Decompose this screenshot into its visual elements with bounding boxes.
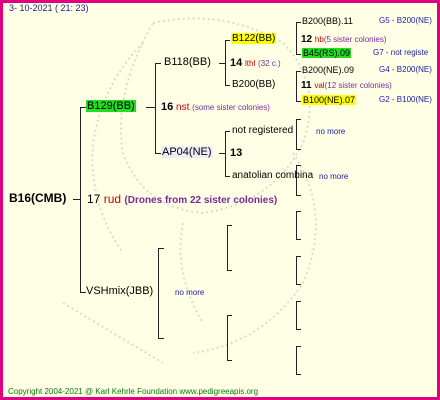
connector-empty-5 bbox=[296, 211, 297, 239]
connector-ggm2 bbox=[225, 131, 230, 132]
connector-mother-stub bbox=[146, 107, 156, 108]
root-queen-name[interactable]: B16(CMB) bbox=[9, 191, 66, 205]
ggf1-note: (12 sister colonies) bbox=[324, 81, 392, 90]
copyright-footer: Copyright 2004-2021 @ Karl Kehrle Founda… bbox=[8, 387, 259, 396]
connector-empty-3b bbox=[227, 270, 232, 271]
connector-empty-4a bbox=[227, 315, 232, 316]
ggm1-name[interactable]: B122(BB) bbox=[231, 33, 277, 44]
mother-number: 16 bbox=[161, 101, 174, 113]
ggf1-number: 11 bbox=[301, 80, 312, 91]
mother-name[interactable]: B129(BB) bbox=[86, 100, 136, 112]
connector-g3-a1 bbox=[296, 22, 301, 23]
root-note: (Drones from 22 sister colonies) bbox=[124, 195, 278, 206]
ggf1-race: val bbox=[314, 81, 325, 90]
connector-empty-5a bbox=[296, 211, 301, 212]
generated-date: 3- 10-2021 ( 21: 23) bbox=[9, 3, 89, 13]
connector-empty-5b bbox=[296, 239, 301, 240]
mother-note: (some sister colonies) bbox=[192, 103, 270, 112]
ggm2-note: no more bbox=[316, 127, 346, 136]
ggm1-note: (5 sister colonies) bbox=[323, 35, 387, 44]
connector-gm-stub bbox=[219, 63, 226, 64]
father-note: no more bbox=[175, 288, 205, 297]
connector-empty-3a bbox=[227, 225, 232, 226]
g3-ref-1[interactable]: G5 - B200(NE) bbox=[379, 16, 432, 25]
connector-empty-6b bbox=[296, 284, 301, 285]
gm-number: 14 bbox=[230, 57, 243, 69]
grandmother-info: 14 lthl (32 c.) bbox=[230, 57, 281, 69]
connector-g3-d1 bbox=[296, 165, 301, 166]
ggm2-name[interactable]: not registered bbox=[232, 125, 293, 136]
gm-note: (32 c.) bbox=[258, 59, 281, 68]
g3-ref-3[interactable]: G4 - B200(NE) bbox=[379, 65, 432, 74]
connector-empty-8b bbox=[296, 374, 301, 375]
ggm1-info: 12 hb(5 sister colonies) bbox=[301, 34, 387, 45]
connector-g3-c1 bbox=[296, 119, 301, 120]
grandmother-name[interactable]: B118(BB) bbox=[164, 56, 211, 68]
grandfather-name[interactable]: AP04(NE) bbox=[161, 146, 213, 158]
pedigree-frame: 3- 10-2021 ( 21: 23) B16(CMB) 17 rud (Dr… bbox=[0, 0, 440, 400]
g3-ref-4[interactable]: G2 - B100(NE) bbox=[379, 95, 432, 104]
connector-g3-a bbox=[296, 22, 297, 54]
connector-g3-c2 bbox=[296, 149, 301, 150]
connector-empty-8 bbox=[296, 346, 297, 374]
ggf2-name[interactable]: anatolian combina bbox=[232, 170, 313, 181]
connector-empty-2 bbox=[158, 338, 164, 339]
connector-empty-3 bbox=[227, 225, 228, 270]
connector-gf-stub bbox=[219, 153, 226, 154]
root-race: rud bbox=[103, 192, 122, 206]
ggm1-race: hb bbox=[314, 35, 324, 44]
connector-father-branch bbox=[158, 248, 159, 338]
connector-ggf2 bbox=[225, 176, 230, 177]
g3-ref-2[interactable]: G7 - not registe bbox=[373, 48, 428, 57]
connector-gm bbox=[155, 63, 161, 64]
connector-g3-d2 bbox=[296, 195, 301, 196]
root-number: 17 bbox=[87, 192, 101, 206]
root-info: 17 rud (Drones from 22 sister colonies) bbox=[87, 192, 277, 206]
connector-g3-c bbox=[296, 119, 297, 149]
connector-empty-6 bbox=[296, 256, 297, 284]
connector-empty-7a bbox=[296, 301, 301, 302]
ggm1-number: 12 bbox=[301, 34, 313, 45]
mother-race: nst bbox=[176, 102, 190, 113]
connector-empty-4 bbox=[227, 315, 228, 360]
connector-empty-7b bbox=[296, 329, 301, 330]
connector-ggm1 bbox=[225, 40, 230, 41]
g3-name-1[interactable]: B200(BB).11 bbox=[302, 16, 353, 26]
mother-info: 16 nst (some sister colonies) bbox=[161, 101, 270, 113]
connector-empty-7 bbox=[296, 301, 297, 329]
connector-g3-b bbox=[296, 71, 297, 101]
connector-g3-b1 bbox=[296, 71, 301, 72]
connector-empty-4b bbox=[227, 360, 232, 361]
connector-empty-1 bbox=[158, 248, 164, 249]
g3-name-4[interactable]: B100(NE).07 bbox=[302, 95, 357, 105]
g3-name-3[interactable]: B200(NE).09 bbox=[302, 65, 354, 75]
g3-name-2[interactable]: B45(RS).09 bbox=[302, 48, 352, 58]
gf-number: 13 bbox=[230, 147, 243, 159]
father-name[interactable]: VSHmix(JBB) bbox=[86, 285, 153, 297]
ggf2-note: no more bbox=[319, 172, 349, 181]
ggf1-info: 11 val(12 sister colonies) bbox=[301, 80, 392, 91]
connector-empty-6a bbox=[296, 256, 301, 257]
gm-race: lthl bbox=[245, 59, 256, 68]
connector-g3-b2 bbox=[296, 101, 301, 102]
connector-g3-a2 bbox=[296, 54, 301, 55]
connector-empty-8a bbox=[296, 346, 301, 347]
ggf1-name[interactable]: B200(BB) bbox=[232, 79, 275, 90]
connector-mother-branch bbox=[155, 63, 156, 153]
connector-root-stub bbox=[73, 199, 81, 200]
connector-ggf1 bbox=[225, 85, 230, 86]
